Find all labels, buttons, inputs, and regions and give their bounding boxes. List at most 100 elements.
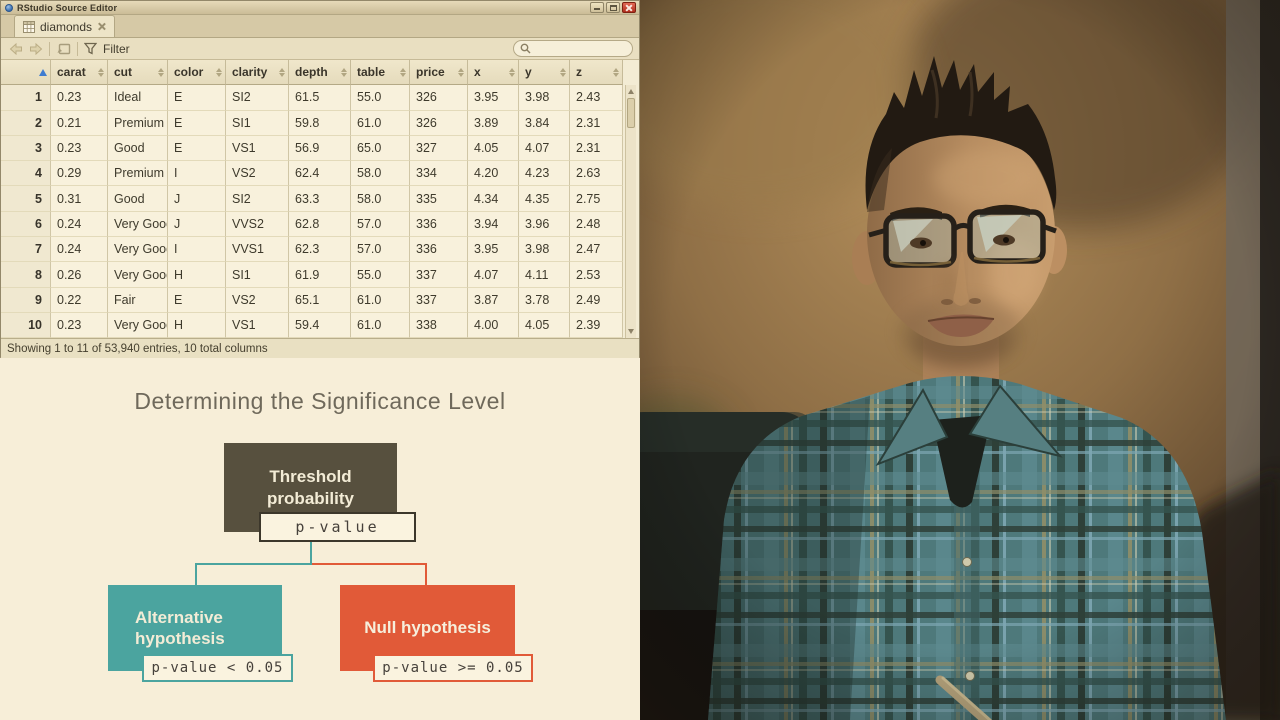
table-cell: VS2 — [226, 161, 289, 187]
table-cell: Fair — [108, 287, 168, 313]
table-cell: 0.22 — [51, 287, 108, 313]
column-header-cut[interactable]: cut — [108, 60, 168, 85]
column-header-rownum[interactable] — [1, 60, 51, 85]
table-cell: H — [168, 312, 226, 338]
scrollbar-thumb[interactable] — [627, 98, 635, 128]
table-cell: J — [168, 211, 226, 238]
maximize-icon — [610, 5, 617, 11]
minimize-icon — [594, 8, 600, 10]
table-cell: E — [168, 110, 226, 136]
forward-button[interactable] — [29, 42, 43, 55]
table-cell: 61.0 — [351, 110, 410, 136]
sort-toggle-icon — [341, 67, 347, 77]
rstudio-window: RStudio Source Editor diamonds Filter ca… — [0, 0, 640, 358]
table-cell: 0.24 — [51, 211, 108, 238]
data-viewer: carat cut color clarity depth table price x y z 1 0… — [1, 60, 639, 338]
null-condition-box: p-value >= 0.05 — [373, 654, 533, 682]
table-cell: 2.63 — [570, 161, 623, 187]
column-header-color[interactable]: color — [168, 60, 226, 85]
table-cell: 57.0 — [351, 237, 410, 263]
table-cell: Premium — [108, 161, 168, 187]
back-button[interactable] — [9, 42, 23, 55]
table-cell: 4.00 — [468, 312, 519, 338]
table-cell: I — [168, 237, 226, 263]
column-header-carat[interactable]: carat — [51, 60, 108, 85]
open-in-new-window-button[interactable] — [56, 42, 71, 55]
table-cell: 59.8 — [289, 110, 351, 136]
minimize-button[interactable] — [590, 2, 604, 13]
table-cell: 4.20 — [468, 161, 519, 187]
row-number-cell: 3 — [1, 135, 51, 162]
toolbar: Filter — [1, 38, 639, 60]
table-cell: 61.5 — [289, 85, 351, 111]
table-cell: 336 — [410, 237, 468, 263]
table-cell: 57.0 — [351, 211, 410, 238]
table-cell: SI2 — [226, 186, 289, 212]
column-header-price[interactable]: price — [410, 60, 468, 85]
column-header-table[interactable]: table — [351, 60, 410, 85]
table-cell: SI1 — [226, 262, 289, 288]
search-input[interactable] — [535, 42, 625, 55]
table-cell: 0.26 — [51, 262, 108, 288]
table-cell: Good — [108, 186, 168, 212]
table-cell: 3.87 — [468, 287, 519, 313]
presenter-illustration — [640, 0, 1280, 720]
row-number-cell: 9 — [1, 287, 51, 313]
forward-arrow-icon — [30, 42, 43, 55]
column-header-clarity[interactable]: clarity — [226, 60, 289, 85]
table-cell: Very Good — [108, 237, 168, 263]
alternative-condition-box: p-value < 0.05 — [142, 654, 293, 682]
table-cell: 59.4 — [289, 312, 351, 338]
slide-title: Determining the Significance Level — [134, 388, 506, 414]
table-cell: 2.53 — [570, 262, 623, 288]
toolbar-separator — [49, 41, 50, 56]
table-cell: E — [168, 135, 226, 162]
column-header-x[interactable]: x — [468, 60, 519, 85]
table-cell: J — [168, 186, 226, 212]
table-cell: 4.07 — [519, 135, 570, 162]
window-titlebar[interactable]: RStudio Source Editor — [1, 1, 639, 15]
table-cell: 63.3 — [289, 186, 351, 212]
table-cell: 55.0 — [351, 85, 410, 111]
search-box[interactable] — [513, 40, 633, 57]
connector-right-drop — [425, 563, 427, 586]
filter-button[interactable] — [84, 42, 97, 55]
table-cell: 55.0 — [351, 262, 410, 288]
table-cell: 4.23 — [519, 161, 570, 187]
maximize-button[interactable] — [606, 2, 620, 13]
table-cell: VS2 — [226, 287, 289, 313]
sort-toggle-icon — [560, 67, 566, 77]
close-button[interactable] — [622, 2, 636, 13]
column-header-y[interactable]: y — [519, 60, 570, 85]
scroll-down-icon[interactable] — [628, 329, 634, 334]
row-number-cell: 6 — [1, 211, 51, 238]
sort-toggle-icon — [458, 67, 464, 77]
sort-toggle-icon — [98, 67, 104, 77]
column-header-depth[interactable]: depth — [289, 60, 351, 85]
table-cell: 62.4 — [289, 161, 351, 187]
row-number-cell: 5 — [1, 186, 51, 212]
left-pane: RStudio Source Editor diamonds Filter ca… — [0, 0, 640, 720]
scroll-up-icon[interactable] — [628, 89, 634, 94]
connector-left-branch — [195, 563, 312, 565]
table-cell: 58.0 — [351, 161, 410, 187]
column-header-z[interactable]: z — [570, 60, 623, 85]
table-cell: 62.3 — [289, 237, 351, 263]
video-frame: RStudio Source Editor diamonds Filter ca… — [0, 0, 1280, 720]
table-cell: 3.78 — [519, 287, 570, 313]
filter-label[interactable]: Filter — [103, 42, 130, 56]
tab-diamonds[interactable]: diamonds — [14, 15, 116, 37]
table-cell: Very Good — [108, 211, 168, 238]
table-cell: 326 — [410, 85, 468, 111]
table-cell: 338 — [410, 312, 468, 338]
table-cell: 3.95 — [468, 85, 519, 111]
table-cell: 3.84 — [519, 110, 570, 136]
tab-close-icon[interactable] — [97, 22, 106, 31]
table-cell: 3.89 — [468, 110, 519, 136]
table-cell: 0.21 — [51, 110, 108, 136]
table-cell: Very Good — [108, 312, 168, 338]
search-icon — [520, 43, 531, 54]
table-cell: 2.49 — [570, 287, 623, 313]
table-cell: 4.11 — [519, 262, 570, 288]
vertical-scrollbar[interactable] — [625, 85, 636, 338]
